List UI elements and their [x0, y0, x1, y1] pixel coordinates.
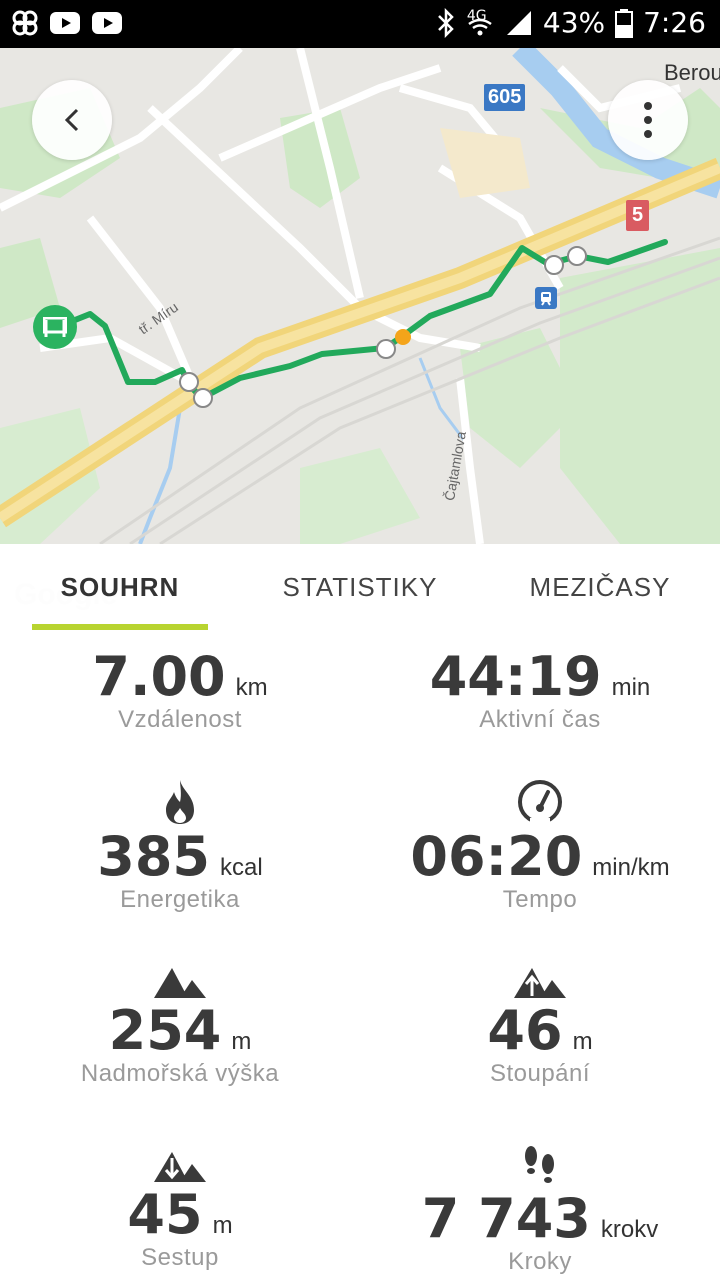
start-marker[interactable]: [33, 305, 77, 349]
descent-icon: [154, 1152, 206, 1182]
split-marker[interactable]: [193, 388, 213, 408]
descent-value: 45: [127, 1183, 203, 1246]
more-options-button[interactable]: [608, 80, 688, 160]
road-number-badge: 605: [484, 84, 526, 111]
battery-icon: [615, 8, 634, 38]
altitude-unit: m: [231, 1028, 252, 1055]
highway-number-badge: 5: [626, 200, 650, 231]
current-position-marker[interactable]: [395, 329, 411, 345]
route-map[interactable]: 605 5 Berou tř. Míru Čajtamlova: [0, 48, 720, 544]
mountain-icon: [154, 968, 206, 998]
steps-label: Kroky: [508, 1248, 572, 1275]
descent-unit: m: [212, 1212, 233, 1239]
distance-value: 7.00: [92, 645, 226, 708]
pace-label: Tempo: [502, 886, 578, 913]
chevron-left-icon: [64, 108, 79, 132]
active-time-label: Aktivní čas: [479, 706, 601, 733]
energy-label: Energetika: [120, 886, 240, 913]
ascent-value: 46: [487, 999, 563, 1062]
energy-unit: kcal: [220, 854, 263, 881]
stat-energy: 385 kcal Energetika: [0, 778, 360, 914]
place-label: Berou: [664, 60, 720, 85]
tab-statistiky[interactable]: STATISTIKY: [260, 572, 460, 603]
flag-icon: [43, 317, 67, 337]
pace-value: 06:20: [410, 825, 583, 888]
clock-time: 7:26: [643, 6, 706, 39]
split-marker[interactable]: [567, 246, 587, 266]
battery-percent: 43%: [542, 6, 606, 39]
train-station-icon[interactable]: [535, 287, 557, 309]
stat-steps: 7 743 krokv Kroky: [360, 1144, 720, 1276]
active-time-value: 44:19: [429, 645, 602, 708]
distance-label: Vzdálenost: [118, 706, 242, 733]
ascent-icon: [514, 968, 566, 998]
flame-icon: [166, 780, 194, 824]
bluetooth-icon: [437, 7, 454, 38]
steps-unit: krokv: [600, 1216, 659, 1243]
ascent-label: Stoupání: [489, 1060, 591, 1087]
split-marker[interactable]: [376, 339, 396, 359]
active-tab-indicator: [32, 624, 208, 630]
energy-value: 385: [97, 825, 211, 888]
signal-icon: [506, 10, 531, 35]
youtube-icon: [92, 12, 122, 34]
stat-ascent: 46 m Stoupání: [360, 966, 720, 1088]
back-button[interactable]: [32, 80, 112, 160]
distance-unit: km: [235, 674, 268, 701]
altitude-label: Nadmořská výška: [80, 1060, 280, 1087]
stat-descent: 45 m Sestup: [0, 1150, 360, 1272]
ascent-unit: m: [572, 1028, 593, 1055]
stat-pace: 06:20 min/km Tempo: [360, 778, 720, 914]
active-time-unit: min: [611, 674, 651, 701]
pinwheel-icon: [12, 10, 38, 36]
altitude-value: 254: [108, 999, 222, 1062]
youtube-icon: [50, 12, 80, 34]
status-bar: 4G 43% 7:26: [0, 0, 720, 48]
stat-distance: 7.00 km Vzdálenost: [0, 650, 360, 734]
wifi-icon: 4G: [465, 8, 495, 38]
more-vertical-icon: [644, 102, 652, 138]
descent-label: Sestup: [141, 1244, 219, 1271]
stat-active-time: 44:19 min Aktivní čas: [360, 650, 720, 734]
tab-mezicasy[interactable]: MEZIČASY: [500, 572, 700, 603]
stat-altitude: 254 m Nadmořská výška: [0, 966, 360, 1088]
footsteps-icon: [525, 1146, 554, 1183]
pace-unit: min/km: [592, 854, 670, 881]
tab-bar: SOUHRN STATISTIKY MEZIČASY: [0, 544, 720, 632]
speedometer-icon: [518, 780, 562, 826]
steps-value: 7 743: [421, 1187, 591, 1250]
tab-souhrn[interactable]: SOUHRN: [32, 572, 208, 603]
split-marker[interactable]: [544, 255, 564, 275]
